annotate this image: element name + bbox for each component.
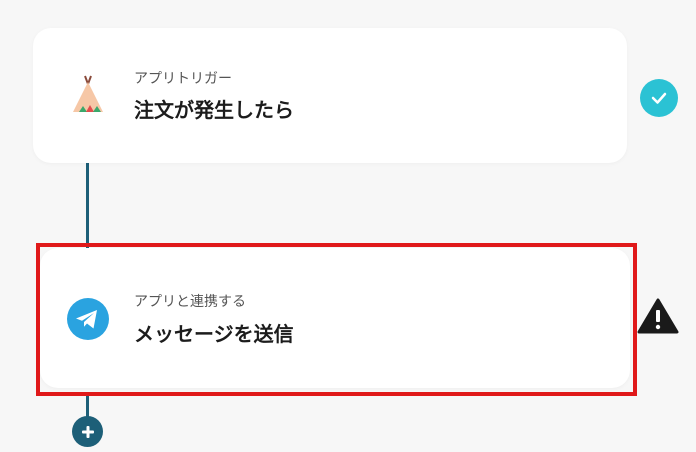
warning-icon <box>637 298 679 334</box>
telegram-icon <box>67 298 109 340</box>
step-title: メッセージを送信 <box>134 322 294 346</box>
flow-connector-line <box>86 163 89 250</box>
step-subtitle: アプリトリガー <box>134 71 232 87</box>
check-icon <box>651 92 667 104</box>
tepee-icon <box>73 75 103 112</box>
flow-step-card-action[interactable]: アプリと連携する メッセージを送信 <box>40 248 630 388</box>
step-subtitle: アプリと連携する <box>134 294 246 310</box>
step-title: 注文が発生したら <box>134 98 294 122</box>
add-step-button[interactable] <box>72 416 103 447</box>
flow-step-card-trigger[interactable]: アプリトリガー 注文が発生したら <box>33 28 627 163</box>
step-success-status <box>640 79 678 117</box>
plus-icon <box>81 425 94 438</box>
